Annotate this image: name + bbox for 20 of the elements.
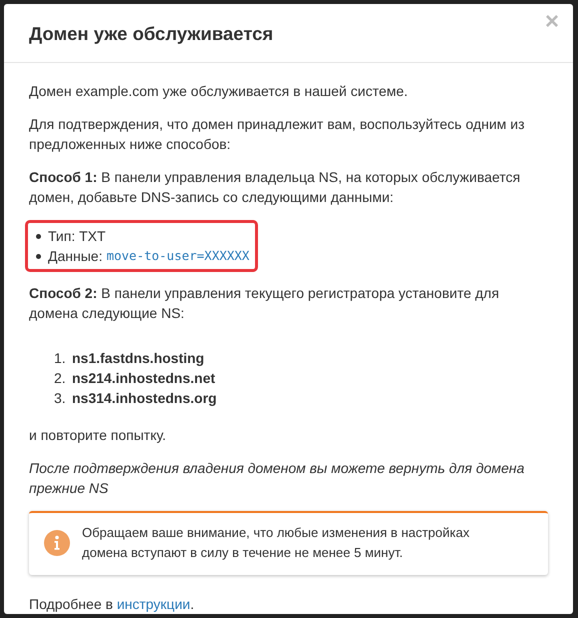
- note-text: После подтверждения владения доменом вы можете вернуть для домена прежние NS: [29, 459, 526, 498]
- record-label: Данные:: [48, 247, 102, 266]
- dialog-title: Домен уже обслуживается: [29, 23, 274, 45]
- retry-text: и повторите попытку.: [29, 426, 167, 445]
- prompt-text: Для подтверждения, что домен принадлежит вам, воспользуйтесь одним из предложенных ниже способов:: [29, 115, 526, 154]
- instructions-link[interactable]: инструкции: [116, 596, 190, 612]
- nameserver: ns314.inhostedns.org: [72, 389, 217, 408]
- method-text: Способ 1: В панели управления владельца NS, на которых обслуживается домен, добавьте DNS-запись со следующими данными:: [29, 168, 522, 207]
- nameserver: ns1.fastdns.hosting: [72, 349, 204, 368]
- more-text: Подробнее в инструкции.: [29, 595, 196, 614]
- list-number: 1.: [54, 349, 67, 368]
- intro-text: Домен example.com уже обслуживается в нашей системе.: [29, 82, 409, 101]
- info-icon: [44, 530, 70, 556]
- nameserver: ns214.inhostedns.net: [72, 369, 216, 388]
- record-value: move-to-user=XXXXXX: [106, 247, 250, 265]
- record-label: Тип: TXT: [48, 227, 106, 246]
- alert-text: Обращаем ваше внимание, что любые изменения в настройках домена вступают в силу в течение не менее 5 минут.: [82, 524, 470, 562]
- list-number: 3.: [54, 389, 67, 408]
- method-text: Способ 2: В панели управления текущего регистратора установите для домена следующие NS:: [29, 284, 500, 323]
- list-number: 2.: [54, 369, 67, 388]
